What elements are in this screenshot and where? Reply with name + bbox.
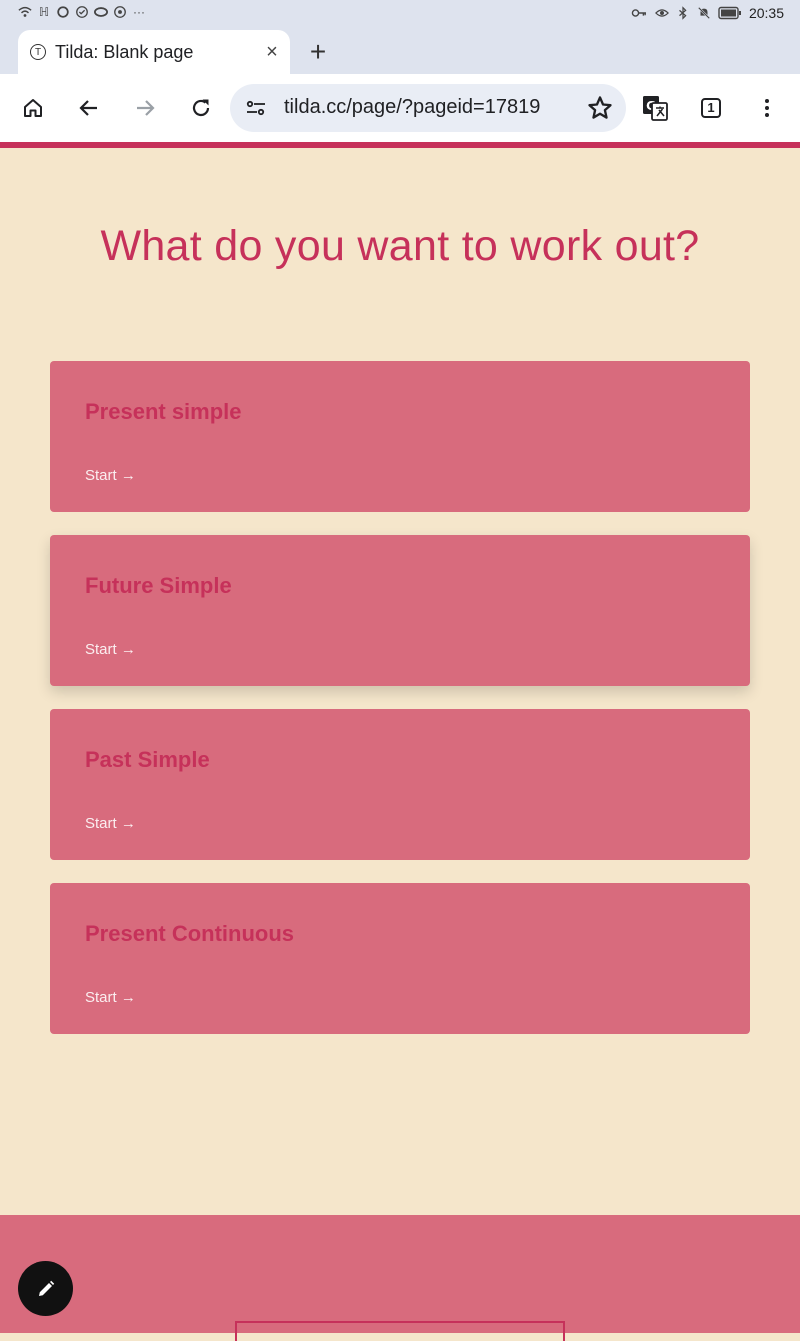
chat-icon xyxy=(57,6,69,18)
star-icon[interactable] xyxy=(586,94,614,122)
card-title: Present Continuous xyxy=(85,921,295,946)
status-bar: ℍ ··· 20:35 xyxy=(0,0,800,28)
tab-switcher-button[interactable]: 1 xyxy=(695,92,727,124)
card-future-simple[interactable]: Future Simple Start → xyxy=(50,535,750,686)
omnibox[interactable]: tilda.cc/page/?pageid=17819 xyxy=(230,84,626,132)
translate-icon: G xyxy=(643,96,668,121)
card-start-link[interactable]: Start → xyxy=(85,815,136,832)
mute-icon xyxy=(697,6,710,20)
check-circle-icon xyxy=(76,6,88,18)
card-title: Past Simple xyxy=(85,747,210,772)
tab-strip: T Tilda: Blank page × + xyxy=(0,28,800,74)
tab-close-icon[interactable]: × xyxy=(258,38,286,66)
page-heading: What do you want to work out? xyxy=(100,222,700,270)
url-text[interactable]: tilda.cc/page/?pageid=17819 xyxy=(284,96,566,119)
tab-count: 1 xyxy=(707,100,715,115)
card-start-link[interactable]: Start → xyxy=(85,641,136,658)
footer-outlined-button[interactable] xyxy=(235,1321,565,1341)
footer-section xyxy=(0,1215,800,1333)
tilda-favicon-icon: T xyxy=(30,44,46,60)
ring-icon xyxy=(94,7,108,17)
card-past-simple[interactable]: Past Simple Start → xyxy=(50,709,750,860)
menu-button[interactable] xyxy=(751,92,783,124)
tab-title: Tilda: Blank page xyxy=(55,41,194,62)
header-accent-line xyxy=(0,142,800,148)
reload-icon xyxy=(192,99,210,117)
battery-icon xyxy=(718,6,741,20)
status-right: 20:35 xyxy=(630,5,784,21)
bluetooth-icon xyxy=(679,6,687,20)
card-title: Future Simple xyxy=(85,573,232,598)
wifi-icon xyxy=(18,6,32,17)
translate-button[interactable]: G xyxy=(639,92,671,124)
menu-icon xyxy=(765,99,769,117)
edit-icon xyxy=(38,1280,54,1296)
site-settings-icon[interactable] xyxy=(244,96,268,120)
new-tab-button[interactable]: + xyxy=(302,36,334,68)
network-icon: ℍ xyxy=(38,5,50,19)
browser-tab[interactable]: T Tilda: Blank page × xyxy=(18,30,290,74)
back-icon xyxy=(79,100,97,116)
key-icon xyxy=(631,9,646,17)
edit-button[interactable] xyxy=(18,1261,73,1316)
card-start-link[interactable]: Start → xyxy=(85,467,136,484)
card-start-link[interactable]: Start → xyxy=(85,989,136,1006)
card-title: Present simple xyxy=(85,399,242,424)
home-button[interactable] xyxy=(17,92,49,124)
card-present-continuous[interactable]: Present Continuous Start → xyxy=(50,883,750,1034)
forward-icon xyxy=(137,100,155,116)
home-icon xyxy=(24,99,42,117)
forward-button[interactable] xyxy=(129,92,161,124)
chrome-icon xyxy=(114,6,126,18)
more-notifications-icon: ··· xyxy=(133,5,145,19)
eye-icon xyxy=(654,9,669,17)
browser-toolbar: tilda.cc/page/?pageid=17819 G 1 xyxy=(0,74,800,142)
card-present-simple[interactable]: Present simple Start → xyxy=(50,361,750,512)
status-time: 20:35 xyxy=(748,5,784,21)
status-left: ℍ ··· xyxy=(18,5,146,19)
reload-button[interactable] xyxy=(185,92,217,124)
back-button[interactable] xyxy=(73,92,105,124)
